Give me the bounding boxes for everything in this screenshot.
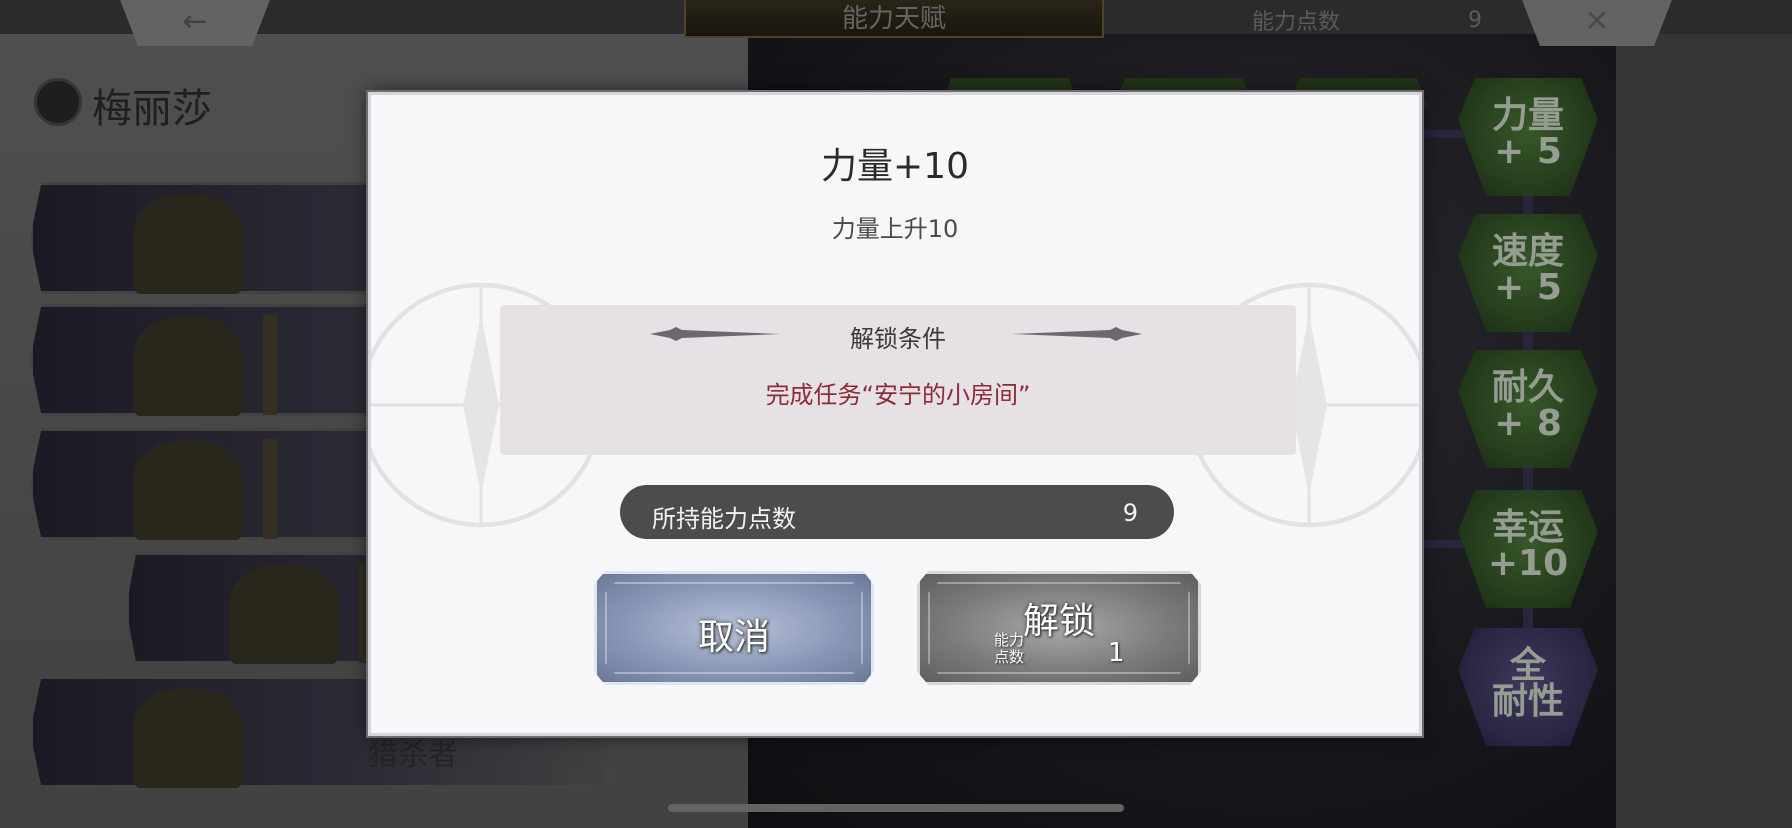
dialog-description: 力量上升10	[831, 215, 959, 243]
cost-value: 1	[1108, 638, 1125, 668]
owned-points-bar: 所持能力点数 9	[620, 485, 1174, 539]
cost-label: 能力 点数	[994, 632, 1024, 666]
divider-ornament-icon	[1012, 327, 1142, 341]
cancel-button-label: 取消	[697, 617, 770, 658]
unlock-condition-title: 解锁条件	[850, 325, 946, 353]
cost-label-line2: 点数	[994, 648, 1025, 666]
unlock-button-label: 解锁	[1022, 601, 1095, 642]
unlock-dialog: 力量+10 力量上升10 解锁条件 完成任务“安宁的小房间” 所持能力点数 9 …	[366, 90, 1424, 738]
owned-points-value: 9	[1122, 499, 1138, 527]
cost-label-line1: 能力	[994, 631, 1025, 649]
owned-points-label: 所持能力点数	[652, 505, 796, 533]
dialog-title: 力量+10	[821, 146, 969, 187]
cancel-button[interactable]: 取消	[594, 571, 874, 685]
unlock-button[interactable]: 解锁 能力 点数 1	[917, 571, 1201, 685]
unlock-condition-text: 完成任务“安宁的小房间”	[765, 381, 1031, 409]
unlock-condition-box: 解锁条件 完成任务“安宁的小房间”	[500, 305, 1296, 455]
